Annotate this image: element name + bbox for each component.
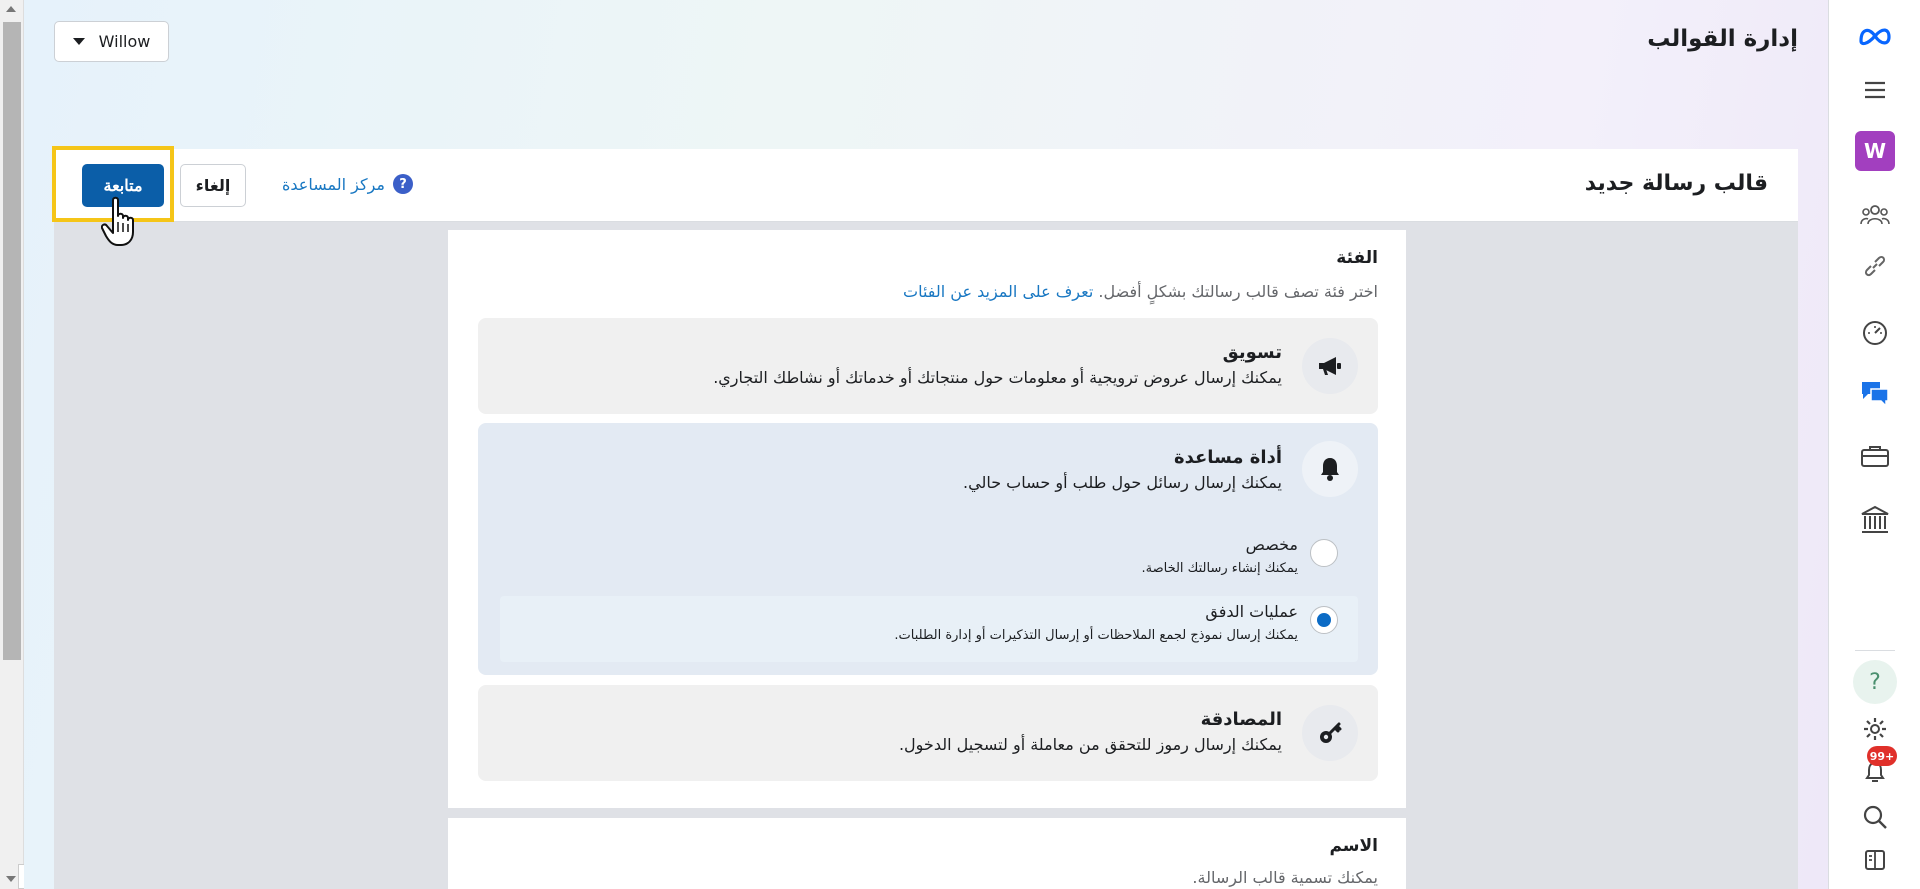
notifications-button[interactable]: 99+ (1851, 746, 1899, 792)
key-icon (1302, 705, 1358, 761)
help-nav-button[interactable]: ? (1851, 660, 1899, 704)
account-name: Willow (98, 32, 151, 51)
question-icon: ? (392, 174, 413, 194)
people-icon[interactable] (1851, 195, 1899, 235)
account-selector[interactable]: Willow (54, 21, 169, 62)
megaphone-icon (1302, 338, 1358, 394)
avatar-letter: W (1855, 131, 1895, 171)
meta-logo-icon[interactable] (1851, 16, 1899, 56)
link-icon[interactable] (1851, 246, 1899, 286)
option-title: تسويق (1222, 342, 1282, 363)
page-scrollbar[interactable] (0, 0, 24, 889)
option-description: يمكنك إرسال عروض ترويجية أو معلومات حول … (713, 368, 1282, 387)
page-title: إدارة القوالب (1647, 26, 1798, 52)
option-authentication[interactable]: المصادقة يمكنك إرسال رموز للتحقق من معام… (478, 685, 1378, 781)
settings-icon[interactable] (1851, 709, 1899, 749)
hand-cursor-icon (101, 196, 134, 246)
gauge-icon[interactable] (1851, 313, 1899, 353)
help-center-link[interactable]: مركز المساعدة ? (282, 174, 413, 194)
option-title: أداة مساعدة (1173, 447, 1282, 468)
name-card: الاسم يمكنك تسمية قالب الرسالة. (448, 818, 1406, 889)
category-card: الفئة اختر فئة تصف قالب رسالتك بشكلٍ أفض… (448, 230, 1406, 808)
name-title: الاسم (1329, 836, 1378, 856)
account-avatar[interactable]: W (1851, 131, 1899, 171)
option-marketing[interactable]: تسويق يمكنك إرسال عروض ترويجية أو معلوما… (478, 318, 1378, 414)
category-desc-text: اختر فئة تصف قالب رسالتك بشكلٍ أفضل. (1098, 282, 1378, 301)
side-panel-icon[interactable] (1851, 840, 1899, 880)
bank-icon[interactable] (1851, 500, 1899, 540)
form-title: قالب رسالة جديد (1584, 171, 1768, 196)
category-title: الفئة (1336, 248, 1378, 268)
caret-down-icon (72, 38, 85, 45)
nav-divider (1855, 650, 1895, 651)
sub-option-title: عمليات الدفق (1205, 602, 1298, 621)
cancel-button[interactable]: إلغاء (180, 164, 246, 207)
sub-option-description: يمكنك إرسال نموذج لجمع الملاحظات أو إرسا… (894, 628, 1298, 643)
sub-option-description: يمكنك إنشاء رسالتك الخاصة. (1141, 561, 1298, 576)
search-icon[interactable] (1851, 797, 1899, 837)
sub-option-title: مخصص (1245, 535, 1298, 554)
menu-icon[interactable] (1851, 70, 1899, 110)
sub-option-flows[interactable]: عمليات الدفق يمكنك إرسال نموذج لجمع المل… (500, 596, 1358, 662)
radio-flows[interactable] (1310, 606, 1338, 634)
option-utility[interactable]: أداة مساعدة يمكنك إرسال رسائل حول طلب أو… (478, 423, 1378, 675)
help-icon: ? (1853, 660, 1897, 704)
option-title: المصادقة (1200, 709, 1282, 730)
learn-more-link[interactable]: تعرف على المزيد عن الفئات (903, 282, 1093, 301)
category-description: اختر فئة تصف قالب رسالتك بشكلٍ أفضل. تعر… (903, 282, 1378, 301)
right-navigation: W ? 99+ (1828, 0, 1920, 889)
option-description: يمكنك إرسال رسائل حول طلب أو حساب حالي. (963, 473, 1282, 492)
scroll-up-arrow[interactable] (6, 6, 16, 12)
chat-icon[interactable] (1851, 373, 1899, 413)
form-header: قالب رسالة جديد متابعة إلغاء مركز المساع… (52, 146, 1798, 222)
bell-icon (1302, 441, 1358, 497)
scroll-thumb[interactable] (3, 22, 21, 660)
radio-custom[interactable] (1310, 539, 1338, 567)
help-center-label: مركز المساعدة (282, 174, 385, 194)
name-description: يمكنك تسمية قالب الرسالة. (1192, 868, 1378, 887)
briefcase-icon[interactable] (1851, 436, 1899, 476)
notification-badge: 99+ (1867, 746, 1897, 766)
option-description: يمكنك إرسال رموز للتحقق من معاملة أو لتس… (898, 735, 1282, 754)
main-area: إدارة القوالب Willow قالب رسالة جديد متا… (24, 0, 1828, 889)
scroll-down-arrow[interactable] (6, 876, 16, 882)
sub-option-custom[interactable]: مخصص يمكنك إنشاء رسالتك الخاصة. (500, 529, 1358, 595)
